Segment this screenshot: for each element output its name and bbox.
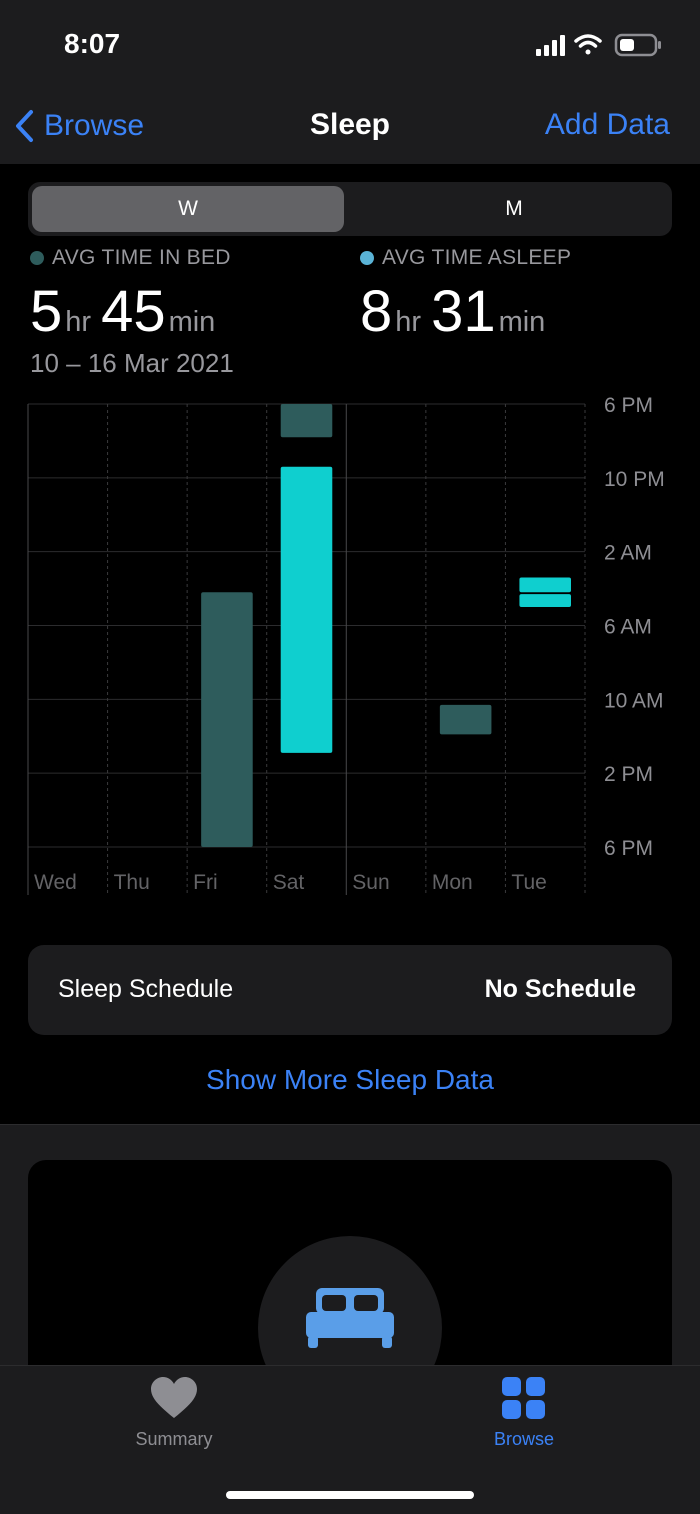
status-bar: 8:07 <box>0 0 700 90</box>
asleep-label: AVG TIME ASLEEP <box>382 246 572 269</box>
sleep-schedule-value: No Schedule <box>484 975 636 1003</box>
asleep-minutes: 31 <box>431 279 496 344</box>
asleep-hours-unit: hr <box>395 306 422 338</box>
in-bed-minutes: 45 <box>101 279 166 344</box>
sleep-bar[interactable] <box>439 704 492 735</box>
show-more-sleep-data-link[interactable]: Show More Sleep Data <box>0 1064 700 1096</box>
battery-icon <box>614 33 661 57</box>
sleep-chart[interactable]: 6 PM 10 PM 2 AM 6 AM 10 AM 2 PM 6 PM Wed Thu Fri S… <box>0 390 700 910</box>
date-range: 10 – 16 Mar 2021 <box>30 348 234 378</box>
in-bed-hours: 5 <box>30 279 63 344</box>
y-tick-label: 6 PM <box>604 394 653 417</box>
in-bed-hours-unit: hr <box>65 306 92 338</box>
wifi-icon <box>574 34 602 55</box>
y-tick-label: 6 PM <box>604 837 653 860</box>
grid-icon <box>502 1377 545 1419</box>
asleep-minutes-unit: min <box>498 306 546 338</box>
x-tick-label: Wed <box>34 871 77 894</box>
in-bed-minutes-unit: min <box>168 306 216 338</box>
sleep-bar[interactable] <box>201 592 253 847</box>
asleep-hours: 8 <box>360 279 393 344</box>
x-tick-label: Thu <box>114 871 150 894</box>
navigation-bar: Browse Sleep Add Data <box>0 90 700 164</box>
y-tick-label: 2 PM <box>604 763 653 786</box>
tab-browse[interactable]: Browse <box>424 1376 624 1450</box>
status-time: 8:07 <box>64 28 121 59</box>
sleep-schedule-card[interactable]: Sleep Schedule No Schedule <box>28 945 672 1035</box>
x-tick-label: Sun <box>352 871 389 894</box>
tab-summary[interactable]: Summary <box>74 1376 274 1450</box>
sleep-bar[interactable] <box>519 577 571 593</box>
x-tick-label: Tue <box>511 871 546 894</box>
tab-summary-label: Summary <box>135 1429 213 1449</box>
asleep-legend-dot <box>360 251 374 265</box>
in-bed-label: AVG TIME IN BED <box>52 246 231 269</box>
sleep-bar[interactable] <box>280 404 333 438</box>
tab-browse-label: Browse <box>493 1429 555 1449</box>
cellular-signal-icon <box>536 35 565 56</box>
home-indicator <box>226 1491 474 1499</box>
y-tick-label: 10 AM <box>604 689 664 712</box>
period-segmented-control: W M <box>28 182 672 236</box>
sleep-bar[interactable] <box>280 466 333 753</box>
sleep-schedule-label: Sleep Schedule <box>58 975 234 1003</box>
x-tick-label: Fri <box>193 871 218 894</box>
in-bed-legend-dot <box>30 251 44 265</box>
segment-week[interactable]: W <box>32 186 344 232</box>
bed-icon <box>306 1288 394 1348</box>
segment-month[interactable]: M <box>358 186 670 232</box>
status-icons <box>536 32 666 58</box>
avg-time-asleep: AVG TIME ASLEEP 8 hr 31 min <box>360 246 571 345</box>
x-tick-label: Mon <box>432 871 473 894</box>
sleep-bar[interactable] <box>519 594 571 608</box>
heart-icon <box>151 1377 197 1418</box>
y-tick-label: 2 AM <box>604 542 652 565</box>
avg-time-in-bed: AVG TIME IN BED 5 hr 45 min <box>30 246 231 345</box>
y-tick-label: 6 AM <box>604 616 652 639</box>
add-data-button[interactable]: Add Data <box>545 108 670 142</box>
x-tick-label: Sat <box>273 871 305 894</box>
y-tick-label: 10 PM <box>604 468 665 491</box>
